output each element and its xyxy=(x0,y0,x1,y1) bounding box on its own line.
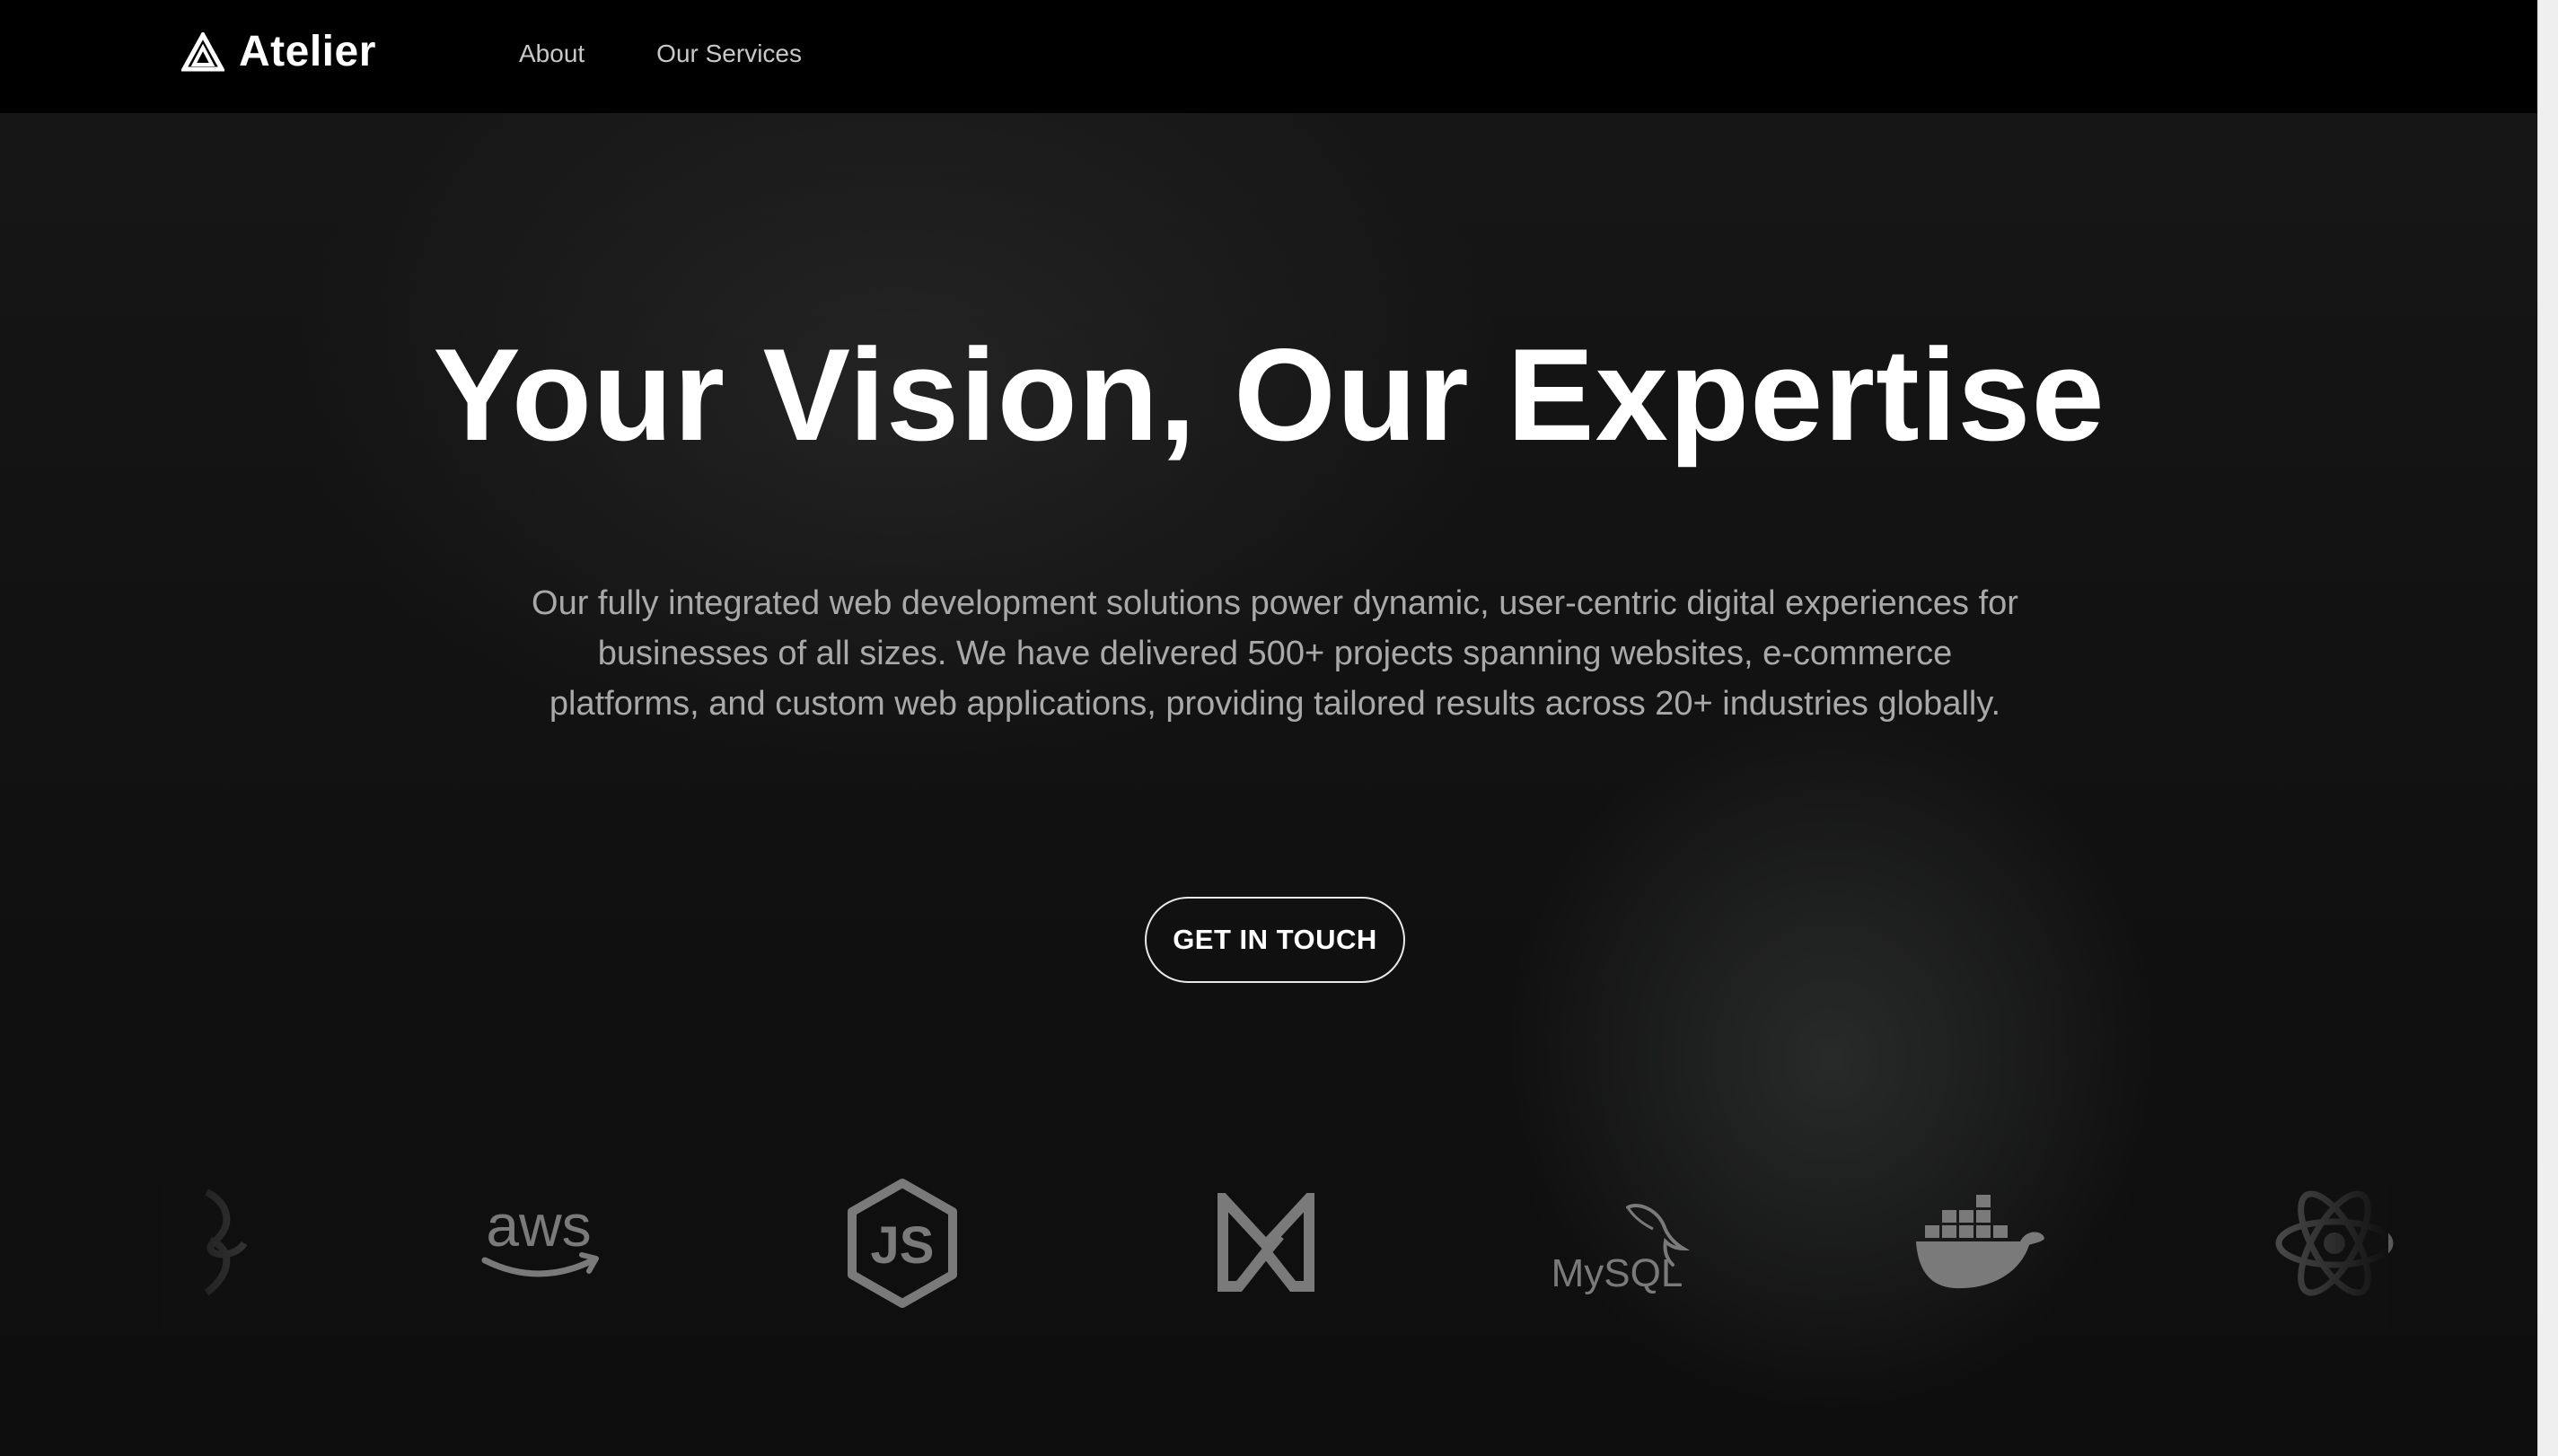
mysql-logo-text: MySQL xyxy=(1552,1251,1683,1295)
site-header: Atelier About Our Services xyxy=(0,0,2538,113)
tech-logos-carousel: aws JS MySQL xyxy=(180,1167,2394,1320)
partial-logo-icon xyxy=(180,1167,251,1320)
hero-description: Our fully integrated web development sol… xyxy=(532,584,2018,723)
page: Atelier About Our Services Your Vision, … xyxy=(0,0,2558,1456)
get-in-touch-button[interactable]: GET IN TOUCH xyxy=(1145,897,1405,983)
nodejs-logo-text: JS xyxy=(871,1216,935,1275)
docker-logo-icon xyxy=(1912,1167,2047,1320)
nav-link-our-services[interactable]: Our Services xyxy=(656,39,802,68)
nodejs-logo-icon: JS xyxy=(839,1167,965,1320)
triangle-a-icon xyxy=(181,31,224,72)
aws-logo-text: aws xyxy=(486,1194,591,1259)
react-logo-icon xyxy=(2272,1167,2397,1320)
vertical-scrollbar[interactable] xyxy=(2537,0,2558,1456)
main-nav: About Our Services xyxy=(519,39,802,68)
brand-logo[interactable]: Atelier xyxy=(181,27,376,76)
mui-logo-icon xyxy=(1208,1167,1324,1320)
mysql-logo-icon: MySQL xyxy=(1549,1167,1701,1320)
aws-logo-icon: aws xyxy=(467,1167,611,1320)
hero-title: Your Vision, Our Expertise xyxy=(433,321,2105,468)
brand-name: Atelier xyxy=(239,28,376,75)
nav-link-about[interactable]: About xyxy=(519,39,585,68)
